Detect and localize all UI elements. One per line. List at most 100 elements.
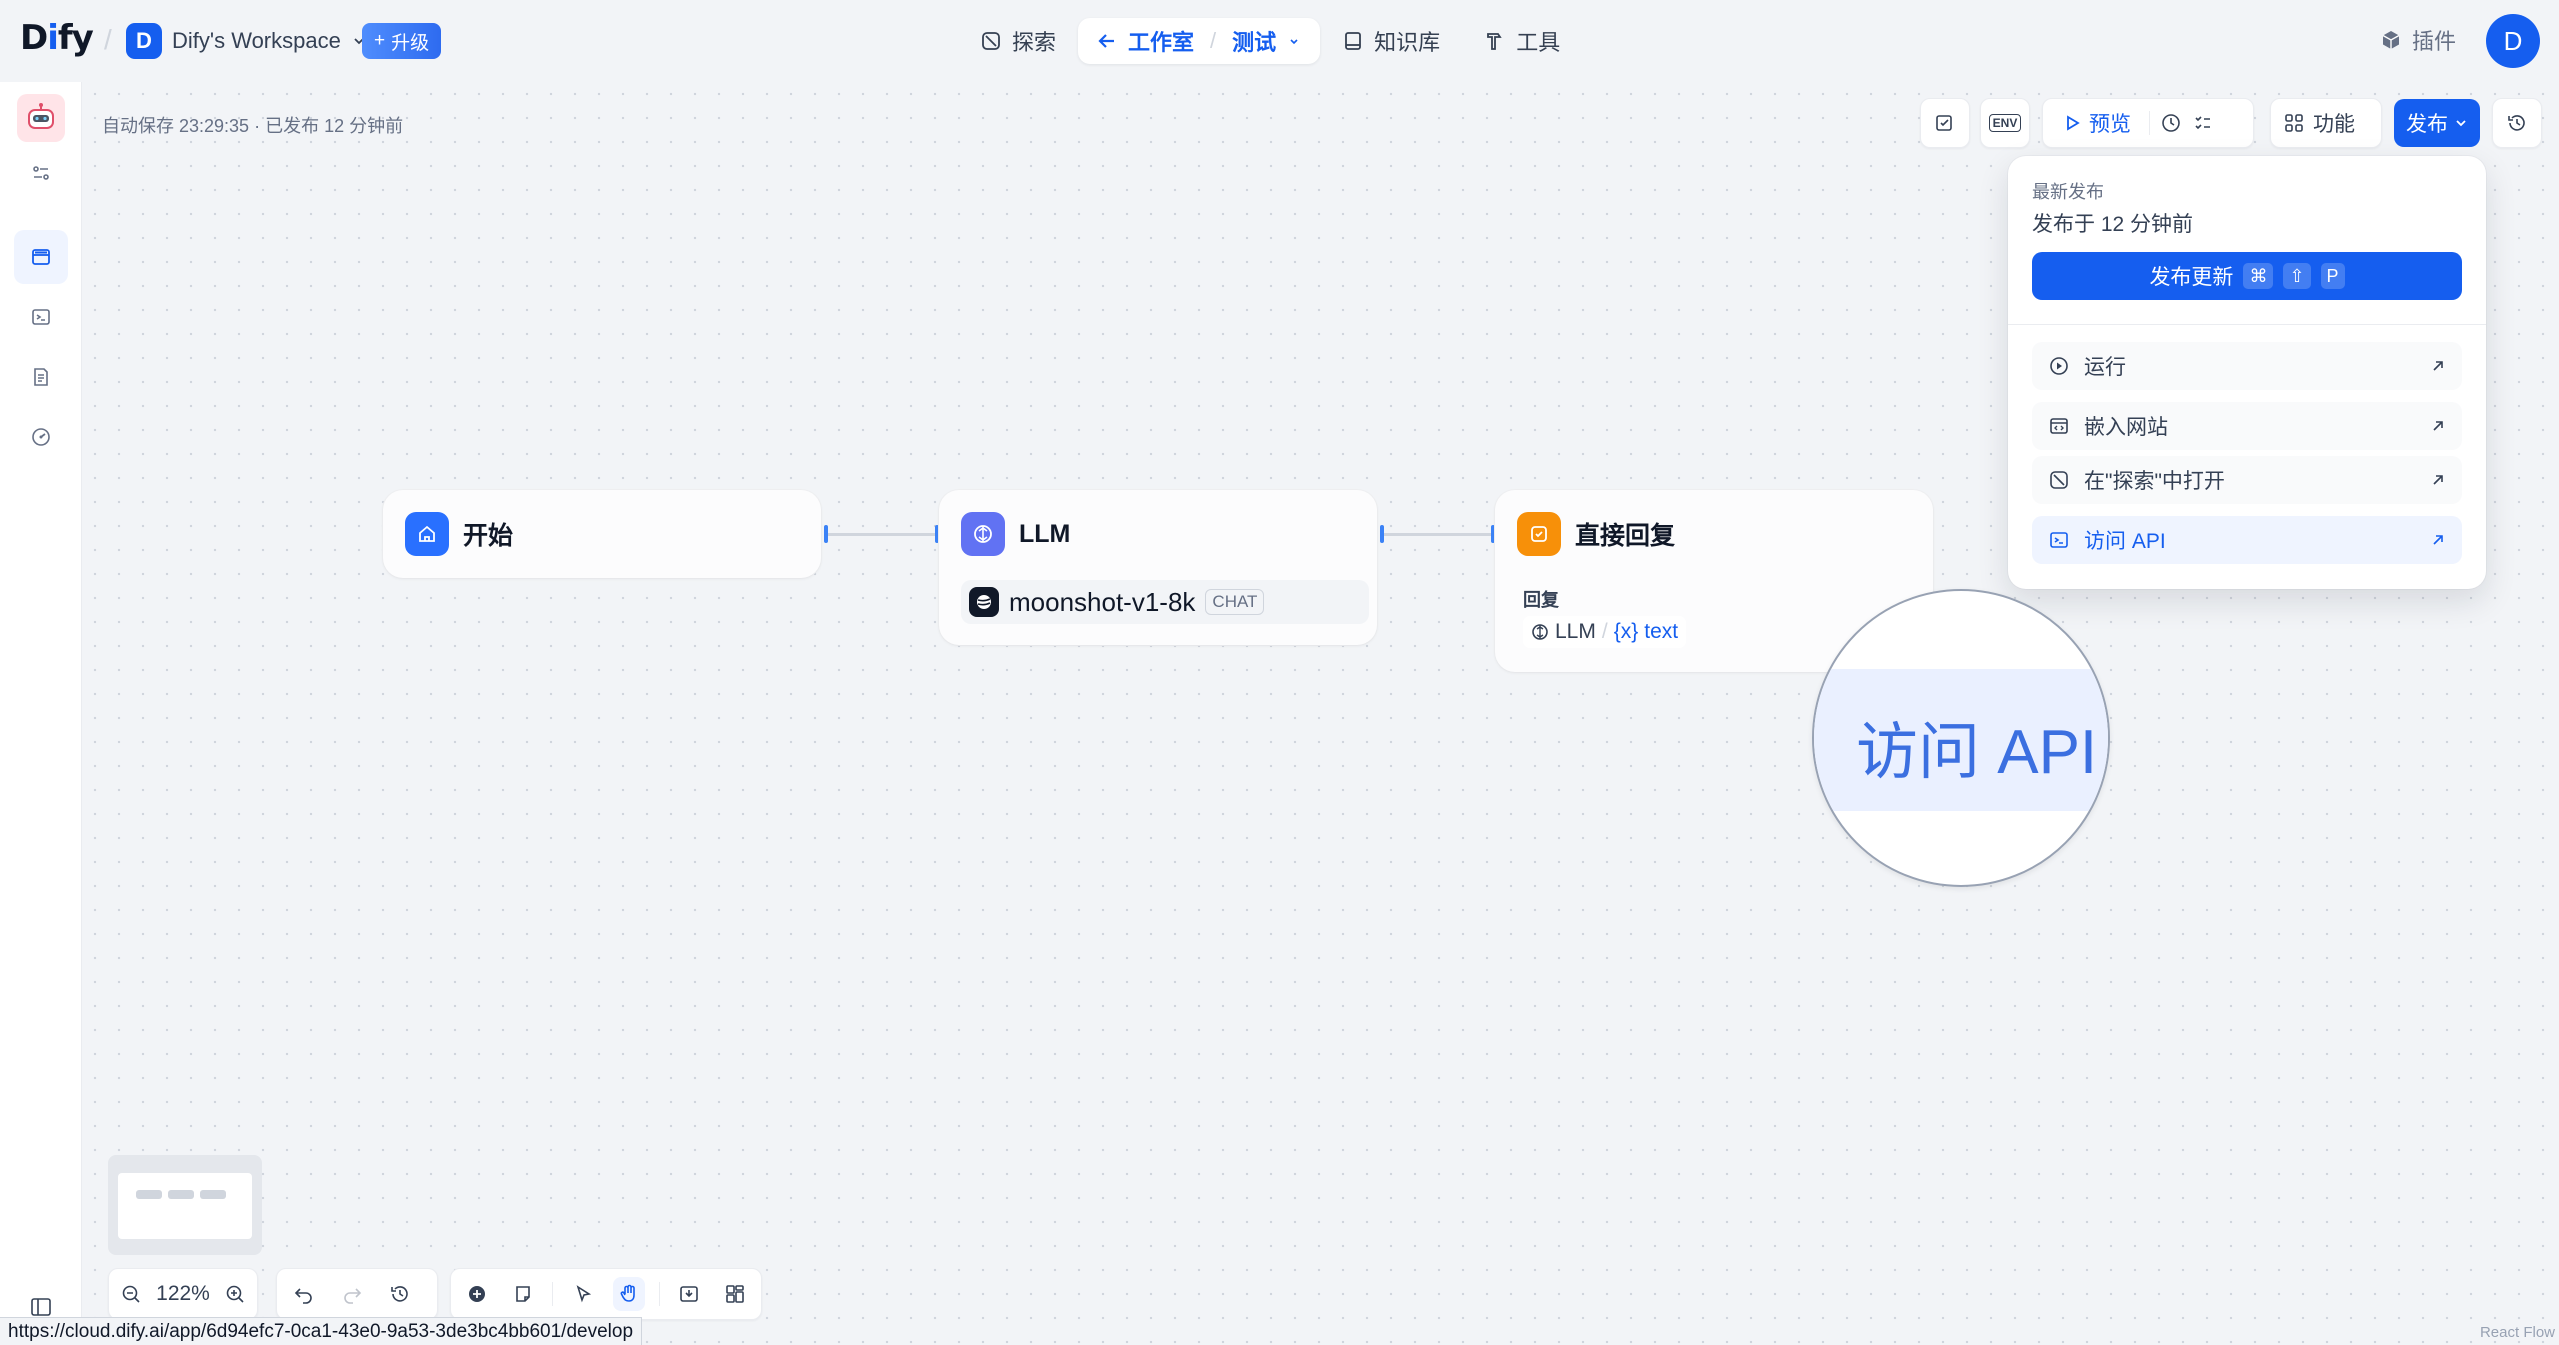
- menu-item-embed[interactable]: 嵌入网站: [2032, 402, 2462, 450]
- sliders-icon: [33, 166, 49, 180]
- features-button[interactable]: 功能: [2270, 98, 2382, 148]
- note-icon: [515, 1286, 530, 1302]
- arrow-up-right-icon: [2433, 535, 2443, 545]
- current-app-name[interactable]: 测试: [1232, 25, 1276, 57]
- model-selector[interactable]: moonshot-v1-8k CHAT: [961, 580, 1369, 624]
- edge-start-llm[interactable]: [826, 533, 938, 536]
- export-image-button[interactable]: [674, 1277, 706, 1311]
- plus-icon: +: [374, 30, 386, 51]
- app-icon[interactable]: [17, 94, 65, 142]
- node-llm-output-handle[interactable]: [1380, 525, 1384, 543]
- gauge-icon: [32, 428, 50, 446]
- checklist-button[interactable]: [1920, 98, 1970, 148]
- menu-item-open-in-explore[interactable]: 在"探索"中打开: [2032, 456, 2462, 504]
- undo-button[interactable]: [287, 1277, 321, 1311]
- image-export-icon: [680, 1286, 699, 1302]
- magnified-label: 访问 API: [1856, 718, 2098, 787]
- zoom-out-button[interactable]: [119, 1277, 142, 1311]
- add-note-button[interactable]: [507, 1277, 539, 1311]
- hand-mode-button[interactable]: [613, 1277, 645, 1311]
- dify-logo[interactable]: Dify: [20, 18, 94, 58]
- autosave-status: 自动保存 23:29:35 · 已发布 12 分钟前: [102, 116, 404, 136]
- arrow-up-right-icon: [2433, 475, 2443, 485]
- sidebar-item-logs[interactable]: [14, 350, 68, 404]
- history-button[interactable]: [383, 1277, 417, 1311]
- plugins-button[interactable]: 插件: [2380, 24, 2456, 56]
- arrow-up-right-icon: [2433, 421, 2443, 431]
- canvas-tools: [450, 1268, 762, 1320]
- shortcut-key: ⇧: [2283, 263, 2311, 289]
- node-title: 开始: [463, 522, 514, 550]
- robot-icon: [28, 103, 54, 129]
- browser-status-url: https://cloud.dify.ai/app/6d94efc7-0ca1-…: [0, 1317, 643, 1345]
- node-title: 直接回复: [1575, 522, 1676, 550]
- minimap[interactable]: [108, 1155, 262, 1255]
- embed-icon: [2050, 418, 2068, 434]
- latest-publish-label: 最新发布: [2032, 182, 2104, 202]
- zoom-in-icon: [227, 1285, 244, 1303]
- plus-circle-icon: [468, 1286, 485, 1302]
- shortcut-key: P: [2320, 263, 2345, 289]
- play-icon: [2067, 115, 2080, 131]
- publish-update-button[interactable]: 发布更新 ⌘ ⇧ P: [2032, 252, 2462, 300]
- zoom-level[interactable]: 122%: [156, 1282, 210, 1306]
- app-settings-button[interactable]: [14, 146, 68, 200]
- hand-icon: [620, 1284, 635, 1302]
- redo-button[interactable]: [335, 1277, 369, 1311]
- shortcut-key: ⌘: [2243, 263, 2274, 289]
- main-nav: 探索 工作室 / 测试 知识库 工具: [958, 18, 1582, 64]
- node-start[interactable]: 开始: [383, 490, 821, 578]
- layout-grid-icon: [726, 1285, 744, 1303]
- history-run-icon[interactable]: [2160, 112, 2182, 134]
- document-icon: [34, 368, 48, 386]
- pointer-mode-button[interactable]: [567, 1277, 599, 1311]
- env-button[interactable]: ENV: [1980, 98, 2030, 148]
- nav-knowledge[interactable]: 知识库: [1320, 18, 1462, 64]
- add-node-button[interactable]: [461, 1277, 493, 1311]
- zoom-out-icon: [122, 1285, 140, 1303]
- reply-variable[interactable]: LLM / {x} text: [1523, 616, 1687, 648]
- arrow-left-icon: [1098, 34, 1115, 48]
- sidebar-item-orchestrate[interactable]: [14, 230, 68, 284]
- edge-llm-answer[interactable]: [1382, 533, 1494, 536]
- react-flow-attribution[interactable]: React Flow: [2480, 1324, 2555, 1341]
- nav-studio[interactable]: 工作室 / 测试: [1078, 18, 1321, 64]
- sidebar-item-api[interactable]: [14, 290, 68, 344]
- workspace-avatar: D: [126, 23, 162, 59]
- node-llm[interactable]: LLM moonshot-v1-8k CHAT: [939, 490, 1377, 645]
- workspace-selector[interactable]: D Dify's Workspace: [126, 22, 367, 60]
- comment-check-icon: [1936, 115, 1952, 131]
- book-icon: [1345, 32, 1362, 50]
- model-mode-badge: CHAT: [1205, 589, 1265, 615]
- upgrade-button[interactable]: + 升级: [362, 23, 442, 59]
- nav-explore[interactable]: 探索: [958, 18, 1078, 64]
- sidebar-item-monitoring[interactable]: [14, 410, 68, 464]
- nav-tools[interactable]: 工具: [1462, 18, 1582, 64]
- model-name: moonshot-v1-8k: [1009, 586, 1196, 617]
- organize-blocks-button[interactable]: [719, 1277, 751, 1311]
- history-icon: [391, 1286, 408, 1302]
- hammer-icon: [1487, 33, 1502, 50]
- checklist-icon[interactable]: [2192, 112, 2214, 134]
- cursor-icon: [576, 1285, 592, 1303]
- llm-icon: [961, 512, 1005, 556]
- version-history-button[interactable]: [2492, 98, 2542, 148]
- terminal-icon: [32, 309, 50, 325]
- zoom-magnifier: 访问 API: [1812, 589, 2110, 887]
- preview-button[interactable]: 预览: [2055, 108, 2139, 138]
- menu-item-run[interactable]: 运行: [2032, 342, 2462, 390]
- explore-icon: [2050, 471, 2068, 489]
- chevron-down-icon: [2456, 120, 2466, 127]
- user-avatar[interactable]: D: [2486, 14, 2540, 68]
- moonshot-icon: [969, 587, 999, 617]
- chevron-down-icon: [1290, 39, 1298, 45]
- sidebar-toggle-icon[interactable]: [30, 1296, 52, 1318]
- app-sidebar: [0, 82, 82, 1345]
- node-start-output-handle[interactable]: [824, 525, 828, 543]
- zoom-in-button[interactable]: [224, 1277, 247, 1311]
- answer-icon: [1517, 512, 1561, 556]
- redo-icon: [344, 1288, 362, 1304]
- publish-button[interactable]: 发布: [2394, 99, 2480, 147]
- menu-item-access-api[interactable]: 访问 API: [2032, 516, 2462, 564]
- play-circle-icon: [2050, 357, 2068, 375]
